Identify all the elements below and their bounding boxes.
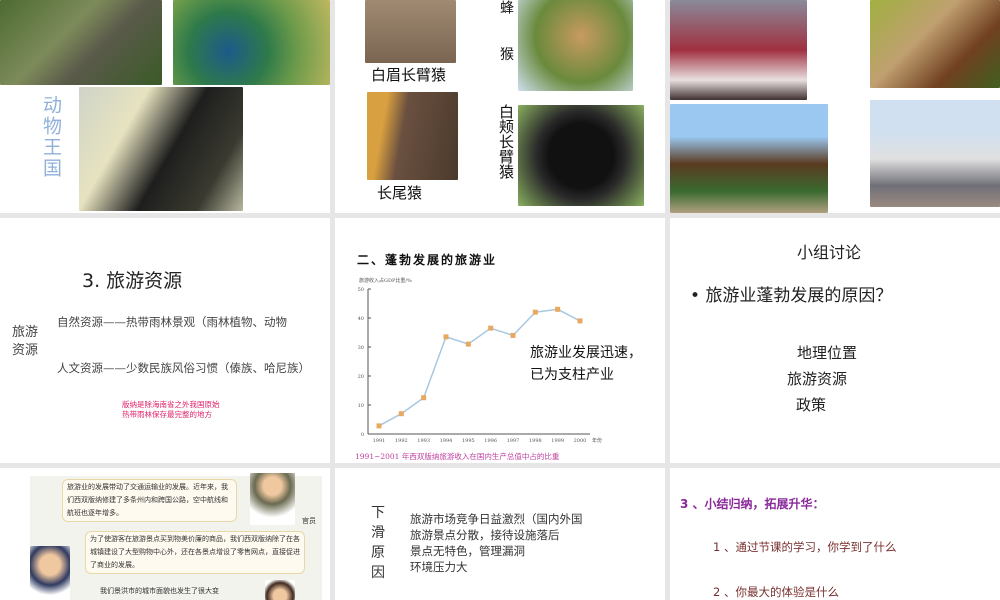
slide-title: 3. 旅游资源 [82, 270, 183, 292]
data-point [510, 332, 516, 338]
reason-item: 政策 [796, 396, 827, 414]
question-2: 2 、你最大的体验是什么 [713, 585, 839, 599]
data-point [488, 325, 494, 331]
bamboo-rice-image [870, 0, 1000, 88]
callout-line-1: 旅游业发展迅速， [530, 345, 642, 361]
slide-primates[interactable]: 白眉长臂猿 蜂 猴 长尾猿 白颊长臂猿 [335, 0, 665, 213]
slide-tourism-chart[interactable]: 二、蓬勃发展的旅游业 旅游收入占GDP比重/% 0 10 20 30 40 50 1991 19… [335, 218, 665, 463]
x-tick-label: 1997 [507, 438, 520, 444]
data-point [465, 341, 471, 347]
hornbill-image [79, 87, 243, 211]
slide-summary[interactable]: 3 、小结归纳，拓展升华： 1 、通过节课的学习，你学到了什么 2 、你最大的体… [670, 468, 1000, 600]
slide-dialogue[interactable]: 旅游业的发展带动了交通运输业的发展。近年来，我们西双版纳修建了多条州内和跨国公路… [0, 468, 330, 600]
cultural-resources: 人文资源——少数民族风俗习惯（傣族、哈尼族） [57, 361, 310, 375]
chart-caption: 1991~2001 年西双版纳旅游收入在国内生产总值中占的比重 [355, 452, 560, 461]
slide-tourism-resources[interactable]: 3. 旅游资源 旅游资源 自然资源——热带雨林景观（雨林植物、动物 人文资源——… [0, 218, 330, 463]
slide-decline-reasons[interactable]: 下滑原因 旅游市场竞争日益激烈（国内外国 旅游景点分散，接待设施落后 景点无特色… [335, 468, 665, 600]
bullet-text: 旅游业蓬勃发展的原因？ [705, 286, 893, 306]
x-tick-label: 1998 [529, 438, 542, 444]
bullet-question: • 旅游业蓬勃发展的原因？ [690, 286, 893, 306]
slide-title: 小组讨论 [797, 243, 862, 262]
girl-figure [265, 580, 295, 600]
line-chart: 旅游收入占GDP比重/% 0 10 20 30 40 50 1991 1992 1993 1994 1… [358, 277, 602, 444]
role-label: 官员 [302, 517, 316, 525]
reason-item: 地理位置 [797, 344, 858, 362]
y-tick-label: 50 [358, 287, 364, 293]
side-label: 下滑原因 [371, 505, 385, 581]
dai-house-image [670, 104, 828, 213]
reason-item: 景点无特色，管理漏洞 [410, 544, 525, 558]
reason-item: 旅游市场竞争日益激烈（国内外国 [410, 512, 583, 526]
reason-item: 旅游资源 [787, 370, 848, 388]
peacock-image [173, 0, 330, 85]
speech-bubble-girl: 我们景洪市的城市面貌也发生了很大变 [100, 587, 219, 595]
data-point [376, 423, 382, 429]
side-label: 旅游资源 [12, 325, 39, 358]
x-tick-label: 1996 [484, 438, 497, 444]
natural-resources: 自然资源——热带雨林景观（雨林植物、动物 [57, 315, 287, 329]
x-tick-label: 1994 [440, 438, 453, 444]
x-tick-label: 2000 [574, 438, 587, 444]
slide-group-discussion[interactable]: 小组讨论 • 旅游业蓬勃发展的原因？ 地理位置 旅游资源 政策 [670, 218, 1000, 463]
gibbon-image [365, 0, 456, 63]
slide-title: 动物王国 [40, 95, 62, 179]
caption-white-cheeked-gibbon: 白颊长臂猿 [497, 104, 515, 179]
elephants-image [0, 0, 162, 85]
question-1: 1 、通过节课的学习，你学到了什么 [713, 540, 897, 554]
x-tick-label: 1992 [395, 438, 408, 444]
y-tick-label: 40 [358, 316, 364, 322]
black-gibbon-image [518, 105, 644, 206]
slide-culture-photos[interactable] [670, 0, 1000, 213]
x-axis-label: 年份 [592, 437, 602, 444]
x-tick-label: 1991 [373, 438, 386, 444]
y-tick-label: 30 [358, 345, 364, 351]
note-line-2: 热带雨林保存最完整的地方 [122, 410, 212, 419]
reason-item: 环境压力大 [410, 560, 468, 574]
slide-heading: 3 、小结归纳，拓展升华： [680, 497, 825, 511]
y-axis-label: 旅游收入占GDP比重/% [359, 277, 412, 284]
y-tick-label: 10 [358, 403, 364, 409]
speech-bubble-businessman: 为了使游客在旅游景点买到物美价廉的商品，我们西双版纳除了在各城镇建设了大型购物中… [85, 531, 305, 574]
water-festival-image [870, 100, 1000, 207]
businessman-figure [30, 546, 70, 600]
y-tick-label: 20 [358, 374, 364, 380]
slide-animal-kingdom[interactable]: 动物王国 [0, 0, 330, 213]
official-figure [250, 473, 295, 525]
data-point [398, 411, 404, 417]
data-point [443, 334, 449, 340]
long-tail-monkey-image [367, 92, 458, 180]
caption-slow-loris: 蜂 猴 [498, 0, 514, 75]
dancers-image [670, 0, 807, 100]
caption-long-tail-monkey: 长尾猿 [377, 184, 423, 202]
reason-item: 旅游景点分散，接待设施落后 [410, 528, 560, 542]
x-tick-label: 1995 [462, 438, 475, 444]
speech-bubble-official: 旅游业的发展带动了交通运输业的发展。近年来，我们西双版纳修建了多条州内和跨国公路… [62, 479, 237, 522]
caption-white-browed-gibbon: 白眉长臂猿 [371, 66, 447, 84]
loris-image [518, 0, 633, 91]
y-tick-label: 0 [361, 432, 364, 438]
callout-line-2: 已为支柱产业 [530, 367, 614, 383]
data-point [577, 318, 583, 324]
data-point [532, 309, 538, 315]
x-tick-label: 1999 [551, 438, 564, 444]
data-point [555, 306, 561, 312]
x-tick-label: 1993 [417, 438, 430, 444]
data-point [421, 395, 427, 401]
